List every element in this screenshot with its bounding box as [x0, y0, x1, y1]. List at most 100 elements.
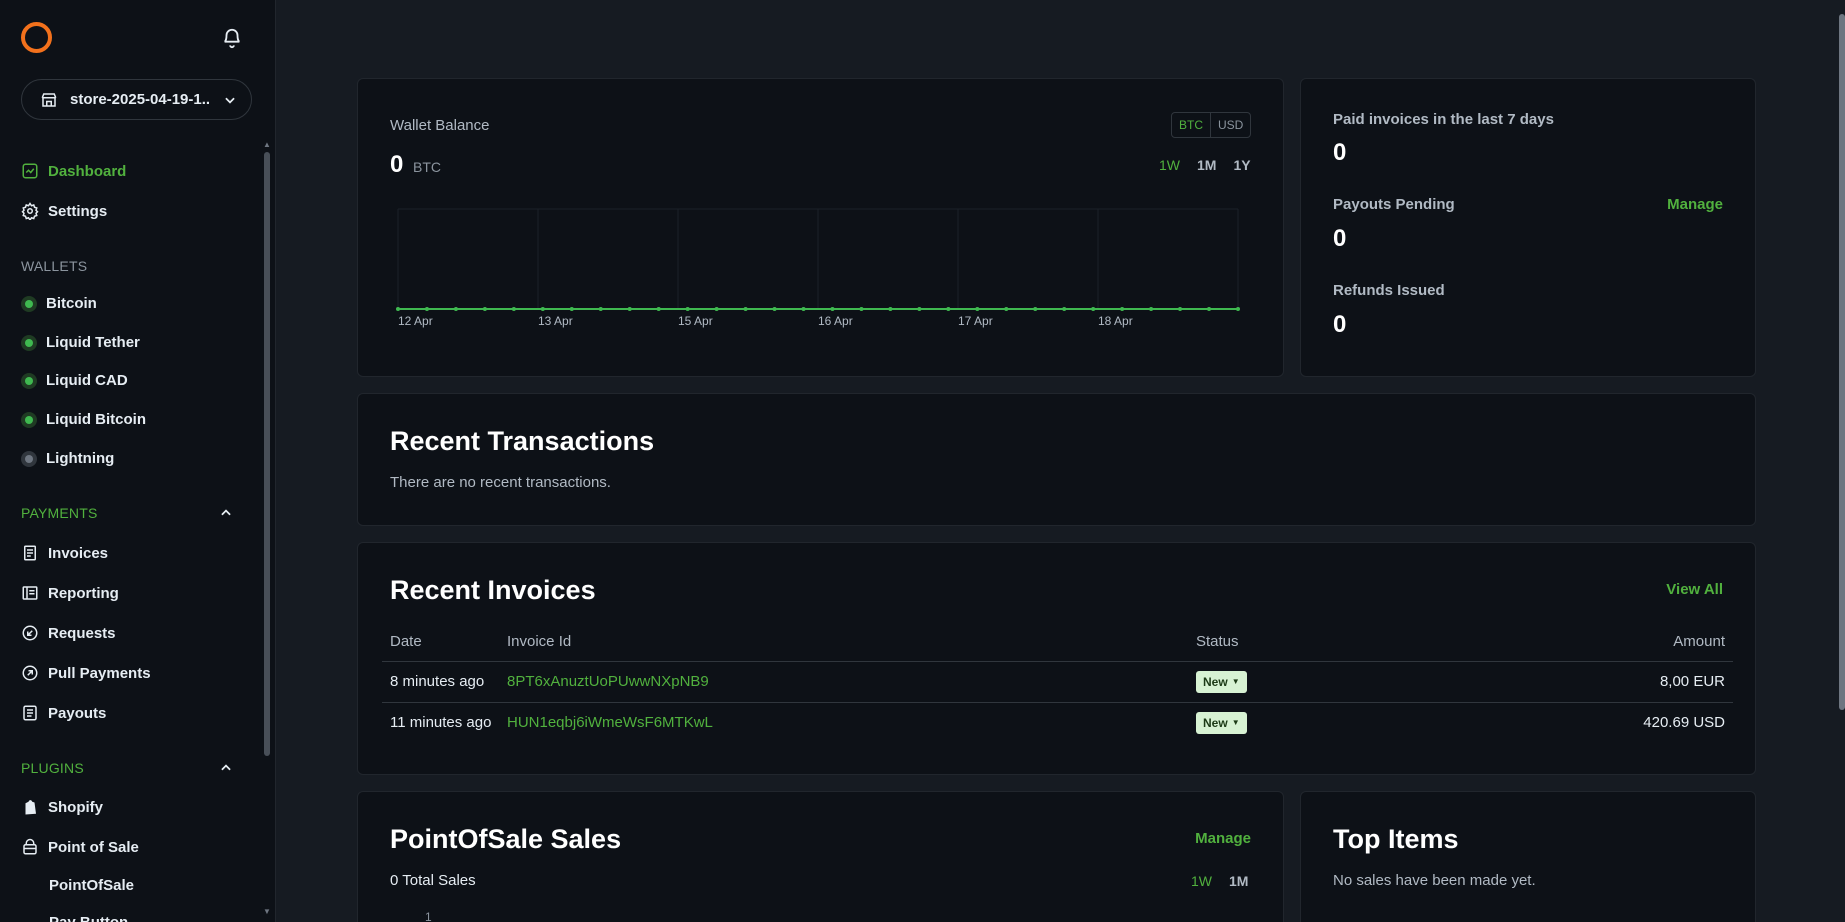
store-selector[interactable]: store-2025-04-19-1... — [21, 79, 252, 120]
status-badge[interactable]: New ▼ — [1196, 670, 1247, 693]
invoice-id-link[interactable]: HUN1eqbj6iWmeWsF6MTKwL — [507, 714, 713, 731]
sidebar-item-liquid-cad[interactable]: Liquid CAD — [21, 372, 128, 389]
sidebar-item-pay-button[interactable]: Pay Button — [49, 914, 128, 922]
data-point[interactable] — [569, 307, 574, 311]
x-tick-label: 17 Apr — [958, 314, 993, 328]
sidebar-item-lightning[interactable]: Lightning — [21, 450, 114, 467]
data-point[interactable] — [743, 307, 748, 311]
data-point[interactable] — [685, 307, 690, 311]
data-point[interactable] — [1120, 307, 1125, 311]
data-point[interactable] — [627, 307, 632, 311]
payouts-manage-link[interactable]: Manage — [1667, 196, 1723, 213]
data-point[interactable] — [1149, 307, 1154, 311]
store-icon — [41, 92, 57, 107]
plugins-heading[interactable]: PLUGINS — [21, 760, 233, 776]
data-point[interactable] — [888, 307, 893, 311]
sidebar-item-liquid-tether[interactable]: Liquid Tether — [21, 334, 140, 351]
sidebar-item-reporting[interactable]: Reporting — [21, 584, 119, 602]
data-point[interactable] — [1062, 307, 1067, 311]
payouts-pending-label: Payouts Pending — [1333, 196, 1455, 213]
paid-invoices-value: 0 — [1333, 139, 1347, 166]
data-point[interactable] — [396, 307, 400, 311]
requests-icon — [22, 625, 38, 641]
reporting-icon — [22, 586, 38, 600]
data-point[interactable] — [598, 307, 603, 311]
data-point[interactable] — [1207, 307, 1212, 311]
top-items-title: Top Items — [1333, 824, 1459, 854]
data-point[interactable] — [424, 307, 429, 311]
data-point[interactable] — [801, 307, 806, 311]
sidebar-item-payouts[interactable]: Payouts — [21, 704, 106, 722]
status-badge[interactable]: New ▼ — [1196, 711, 1247, 734]
chevron-down-icon — [225, 97, 235, 104]
sidebar-item-label: Pull Payments — [48, 664, 151, 682]
sidebar-item-invoices[interactable]: Invoices — [21, 544, 108, 562]
scroll-down-arrow[interactable]: ▼ — [263, 907, 271, 916]
sidebar-scrollbar[interactable] — [264, 152, 270, 756]
chevron-up-icon[interactable] — [219, 761, 233, 775]
sidebar-item-pull-payments[interactable]: Pull Payments — [21, 664, 151, 682]
wallet-balance-chart: 12 Apr 13 Apr 15 Apr 16 Apr 17 Apr 18 Apr — [396, 208, 1240, 328]
range-1m[interactable]: 1M — [1229, 873, 1248, 889]
page-scrollbar[interactable] — [1839, 14, 1845, 710]
column-status[interactable]: Status — [1196, 623, 1496, 661]
column-amount[interactable]: Amount — [1496, 623, 1733, 661]
sidebar-item-requests[interactable]: Requests — [21, 624, 116, 642]
sidebar-item-shopify[interactable]: Shopify — [21, 798, 103, 816]
shopify-icon — [25, 800, 36, 815]
data-point[interactable] — [540, 307, 545, 311]
wallet-balance-card: Wallet Balance 0 BTC BTC USD 1W 1M 1Y 12… — [357, 78, 1284, 377]
data-point[interactable] — [917, 307, 922, 311]
data-point[interactable] — [1178, 307, 1183, 311]
status-dot — [21, 411, 37, 428]
data-point[interactable] — [511, 307, 516, 311]
pos-range-selector: 1W 1M — [1191, 873, 1248, 889]
invoice-id-link[interactable]: 8PT6xAnuztUoPUwwNXpNB9 — [507, 673, 709, 690]
view-all-invoices-link[interactable]: View All — [1666, 581, 1723, 598]
recent-invoices-card: Recent Invoices View All Date Invoice Id… — [357, 542, 1756, 775]
data-point[interactable] — [714, 307, 719, 311]
bell-icon[interactable] — [221, 27, 243, 49]
sidebar-item-pointofsale-app[interactable]: PointOfSale — [49, 877, 134, 894]
sidebar-item-label: Requests — [48, 624, 116, 642]
point-of-sale-icon — [23, 838, 37, 855]
sidebar-item-label: Lightning — [46, 450, 115, 467]
data-point[interactable] — [453, 307, 458, 311]
table-row: 11 minutes ago HUN1eqbj6iWmeWsF6MTKwL Ne… — [382, 701, 1733, 743]
x-tick-label: 18 Apr — [1098, 314, 1133, 328]
data-point[interactable] — [482, 307, 487, 311]
sidebar-item-liquid-bitcoin[interactable]: Liquid Bitcoin — [21, 411, 146, 428]
x-tick-label: 12 Apr — [398, 314, 433, 328]
data-point[interactable] — [1236, 307, 1240, 311]
data-point[interactable] — [772, 307, 777, 311]
pos-axis-tick: 1 — [425, 910, 432, 922]
payments-heading[interactable]: PAYMENTS — [21, 505, 233, 521]
data-point[interactable] — [946, 307, 951, 311]
btcpay-logo[interactable] — [21, 22, 52, 53]
data-point[interactable] — [656, 307, 661, 311]
pull-payments-icon — [22, 665, 38, 681]
column-date[interactable]: Date — [382, 623, 507, 661]
range-1w[interactable]: 1W — [1191, 873, 1212, 889]
data-point[interactable] — [975, 307, 980, 311]
pos-manage-link[interactable]: Manage — [1195, 830, 1251, 847]
sidebar-item-bitcoin[interactable]: Bitcoin — [21, 295, 97, 312]
data-point[interactable] — [1091, 307, 1096, 311]
invoice-date: 8 minutes ago — [382, 660, 507, 702]
data-point[interactable] — [830, 307, 835, 311]
chevron-up-icon[interactable] — [219, 506, 233, 520]
invoice-amount: 8,00 EUR — [1496, 660, 1733, 702]
x-tick-label: 15 Apr — [678, 314, 713, 328]
column-invoice-id[interactable]: Invoice Id — [507, 623, 1196, 661]
data-point[interactable] — [1033, 307, 1038, 311]
sidebar-item-label: Liquid Bitcoin — [46, 411, 146, 428]
data-point[interactable] — [859, 307, 864, 311]
sidebar-item-label: Settings — [48, 202, 108, 220]
sidebar-item-point-of-sale[interactable]: Point of Sale — [21, 838, 139, 856]
scroll-up-arrow[interactable]: ▲ — [263, 140, 271, 149]
x-tick-label: 16 Apr — [818, 314, 853, 328]
sidebar-item-settings[interactable]: Settings — [21, 202, 107, 220]
invoice-date: 11 minutes ago — [382, 701, 507, 743]
sidebar-item-dashboard[interactable]: Dashboard — [21, 162, 126, 180]
data-point[interactable] — [1004, 307, 1009, 311]
